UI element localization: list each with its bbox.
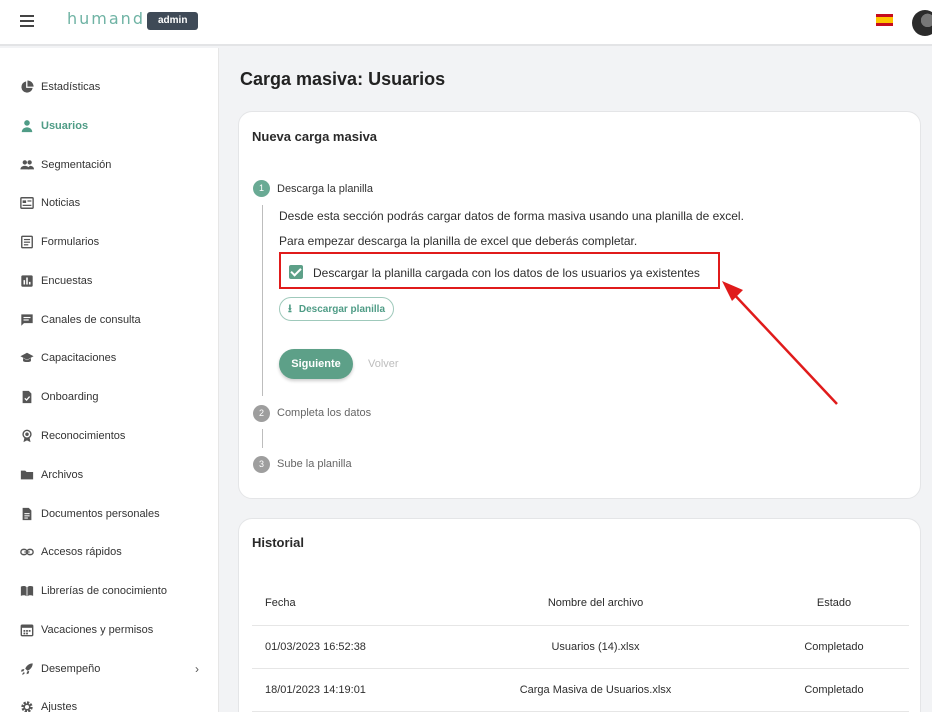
sidebar-item-label: Noticias — [41, 197, 81, 209]
step-3-label: Sube la planilla — [277, 458, 352, 470]
people-icon — [19, 158, 34, 173]
avatar[interactable] — [912, 10, 932, 36]
sidebar: Estadísticas Usuarios Segmentación Notic… — [0, 48, 219, 712]
cell-estado: Completado — [759, 625, 909, 669]
table-row: 18/01/2023 14:19:01 Carga Masiva de Usua… — [252, 668, 909, 712]
chevron-right-icon: › — [195, 662, 199, 676]
next-button[interactable]: Siguiente — [279, 349, 353, 379]
sidebar-item-label: Ajustes — [41, 701, 78, 712]
table-header-row: Fecha Nombre del archivo Estado — [252, 582, 909, 626]
sidebar-item-onboarding[interactable]: Onboarding — [0, 378, 219, 416]
sidebar-item-label: Librerías de conocimiento — [41, 585, 167, 597]
sidebar-item-label: Encuestas — [41, 275, 93, 287]
cell-nombre: Carga Masiva de Usuarios.xlsx — [432, 668, 759, 712]
sidebar-item-label: Desempeño — [41, 663, 101, 675]
sidebar-item-label: Vacaciones y permisos — [41, 624, 154, 636]
form-icon — [19, 235, 34, 250]
sidebar-item-documentos-personales[interactable]: Documentos personales — [0, 495, 219, 533]
download-template-button[interactable]: ⭳ Descargar planilla — [279, 297, 395, 321]
cell-nombre: Usuarios (14).xlsx — [432, 625, 759, 669]
sidebar-item-label: Segmentación — [41, 159, 112, 171]
sidebar-item-canales-de-consulta[interactable]: Canales de consulta — [0, 301, 219, 339]
app-logo[interactable]: humand — [67, 9, 145, 28]
table-row: 01/03/2023 16:52:38 Usuarios (14).xlsx C… — [252, 625, 909, 669]
back-button[interactable]: Volver — [368, 358, 399, 370]
rocket-icon — [19, 662, 34, 677]
link-icon — [19, 545, 34, 560]
step-connector — [262, 429, 263, 448]
step-1-number: 1 — [253, 180, 270, 197]
menu-icon[interactable] — [20, 15, 34, 27]
sidebar-item-label: Archivos — [41, 469, 84, 481]
annotation-arrow — [722, 281, 838, 405]
award-icon — [19, 429, 34, 444]
sidebar-item-label: Accesos rápidos — [41, 546, 122, 558]
sidebar-item-estadisticas[interactable]: Estadísticas — [0, 68, 219, 106]
sidebar-item-label: Reconocimientos — [41, 430, 126, 442]
admin-badge: admin — [147, 12, 199, 30]
history-card-title: Historial — [252, 535, 305, 550]
step-description-1: Desde esta sección podrás cargar datos d… — [279, 209, 744, 223]
book-icon — [19, 584, 34, 599]
sidebar-item-label: Usuarios — [41, 120, 89, 132]
step-3-number: 3 — [253, 456, 270, 473]
column-header-estado[interactable]: Estado — [759, 582, 909, 626]
sidebar-item-vacaciones-y-permisos[interactable]: Vacaciones y permisos — [0, 611, 219, 649]
step-connector — [262, 205, 263, 396]
sidebar-item-label: Capacitaciones — [41, 352, 117, 364]
sidebar-item-label: Canales de consulta — [41, 314, 141, 326]
upload-card-title: Nueva carga masiva — [252, 129, 378, 144]
highlight-box — [279, 252, 720, 289]
cell-estado: Completado — [759, 668, 909, 712]
person-icon — [19, 119, 34, 134]
step-1-label: Descarga la planilla — [277, 183, 373, 195]
sidebar-item-segmentacion[interactable]: Segmentación — [0, 146, 219, 184]
sidebar-item-noticias[interactable]: Noticias — [0, 184, 219, 222]
step-2-number: 2 — [253, 405, 270, 422]
sidebar-item-label: Documentos personales — [41, 508, 160, 520]
document-icon — [19, 507, 34, 522]
sidebar-item-archivos[interactable]: Archivos — [0, 456, 219, 494]
graduation-cap-icon — [19, 351, 34, 366]
sidebar-item-formularios[interactable]: Formularios — [0, 223, 219, 261]
sidebar-item-desempeno[interactable]: Desempeño › — [0, 650, 219, 688]
sidebar-item-librerias-de-conocimiento[interactable]: Librerías de conocimiento — [0, 572, 219, 610]
pie-chart-icon — [19, 80, 34, 95]
cell-fecha: 01/03/2023 16:52:38 — [252, 625, 432, 669]
sidebar-item-accesos-rapidos[interactable]: Accesos rápidos — [0, 533, 219, 571]
poll-icon — [19, 274, 34, 289]
checklist-icon — [19, 390, 34, 405]
sidebar-item-ajustes[interactable]: Ajustes — [0, 688, 219, 712]
sidebar-item-capacitaciones[interactable]: Capacitaciones — [0, 339, 219, 377]
step-description-2: Para empezar descarga la planilla de exc… — [279, 234, 638, 248]
sidebar-item-label: Formularios — [41, 236, 100, 248]
sidebar-item-label: Onboarding — [41, 391, 99, 403]
download-button-label: Descargar planilla — [298, 303, 386, 315]
gear-icon — [19, 700, 34, 712]
download-icon: ⭳ — [288, 302, 292, 315]
newspaper-icon — [19, 196, 34, 211]
spanish-flag-icon[interactable] — [876, 14, 893, 26]
history-table: Fecha Nombre del archivo Estado 01/03/20… — [252, 582, 909, 712]
top-bar: humand admin — [0, 0, 932, 46]
step-2-label: Completa los datos — [277, 407, 372, 419]
chat-icon — [19, 313, 34, 328]
column-header-nombre[interactable]: Nombre del archivo — [432, 582, 759, 626]
column-header-fecha[interactable]: Fecha — [252, 582, 432, 626]
sidebar-item-label: Estadísticas — [41, 81, 101, 93]
sidebar-item-reconocimientos[interactable]: Reconocimientos — [0, 417, 219, 455]
calendar-icon — [19, 623, 34, 638]
folder-icon — [19, 468, 34, 483]
cell-fecha: 18/01/2023 14:19:01 — [252, 668, 432, 712]
sidebar-item-encuestas[interactable]: Encuestas — [0, 262, 219, 300]
sidebar-item-usuarios[interactable]: Usuarios — [0, 107, 219, 145]
page-title: Carga masiva: Usuarios — [240, 69, 446, 89]
